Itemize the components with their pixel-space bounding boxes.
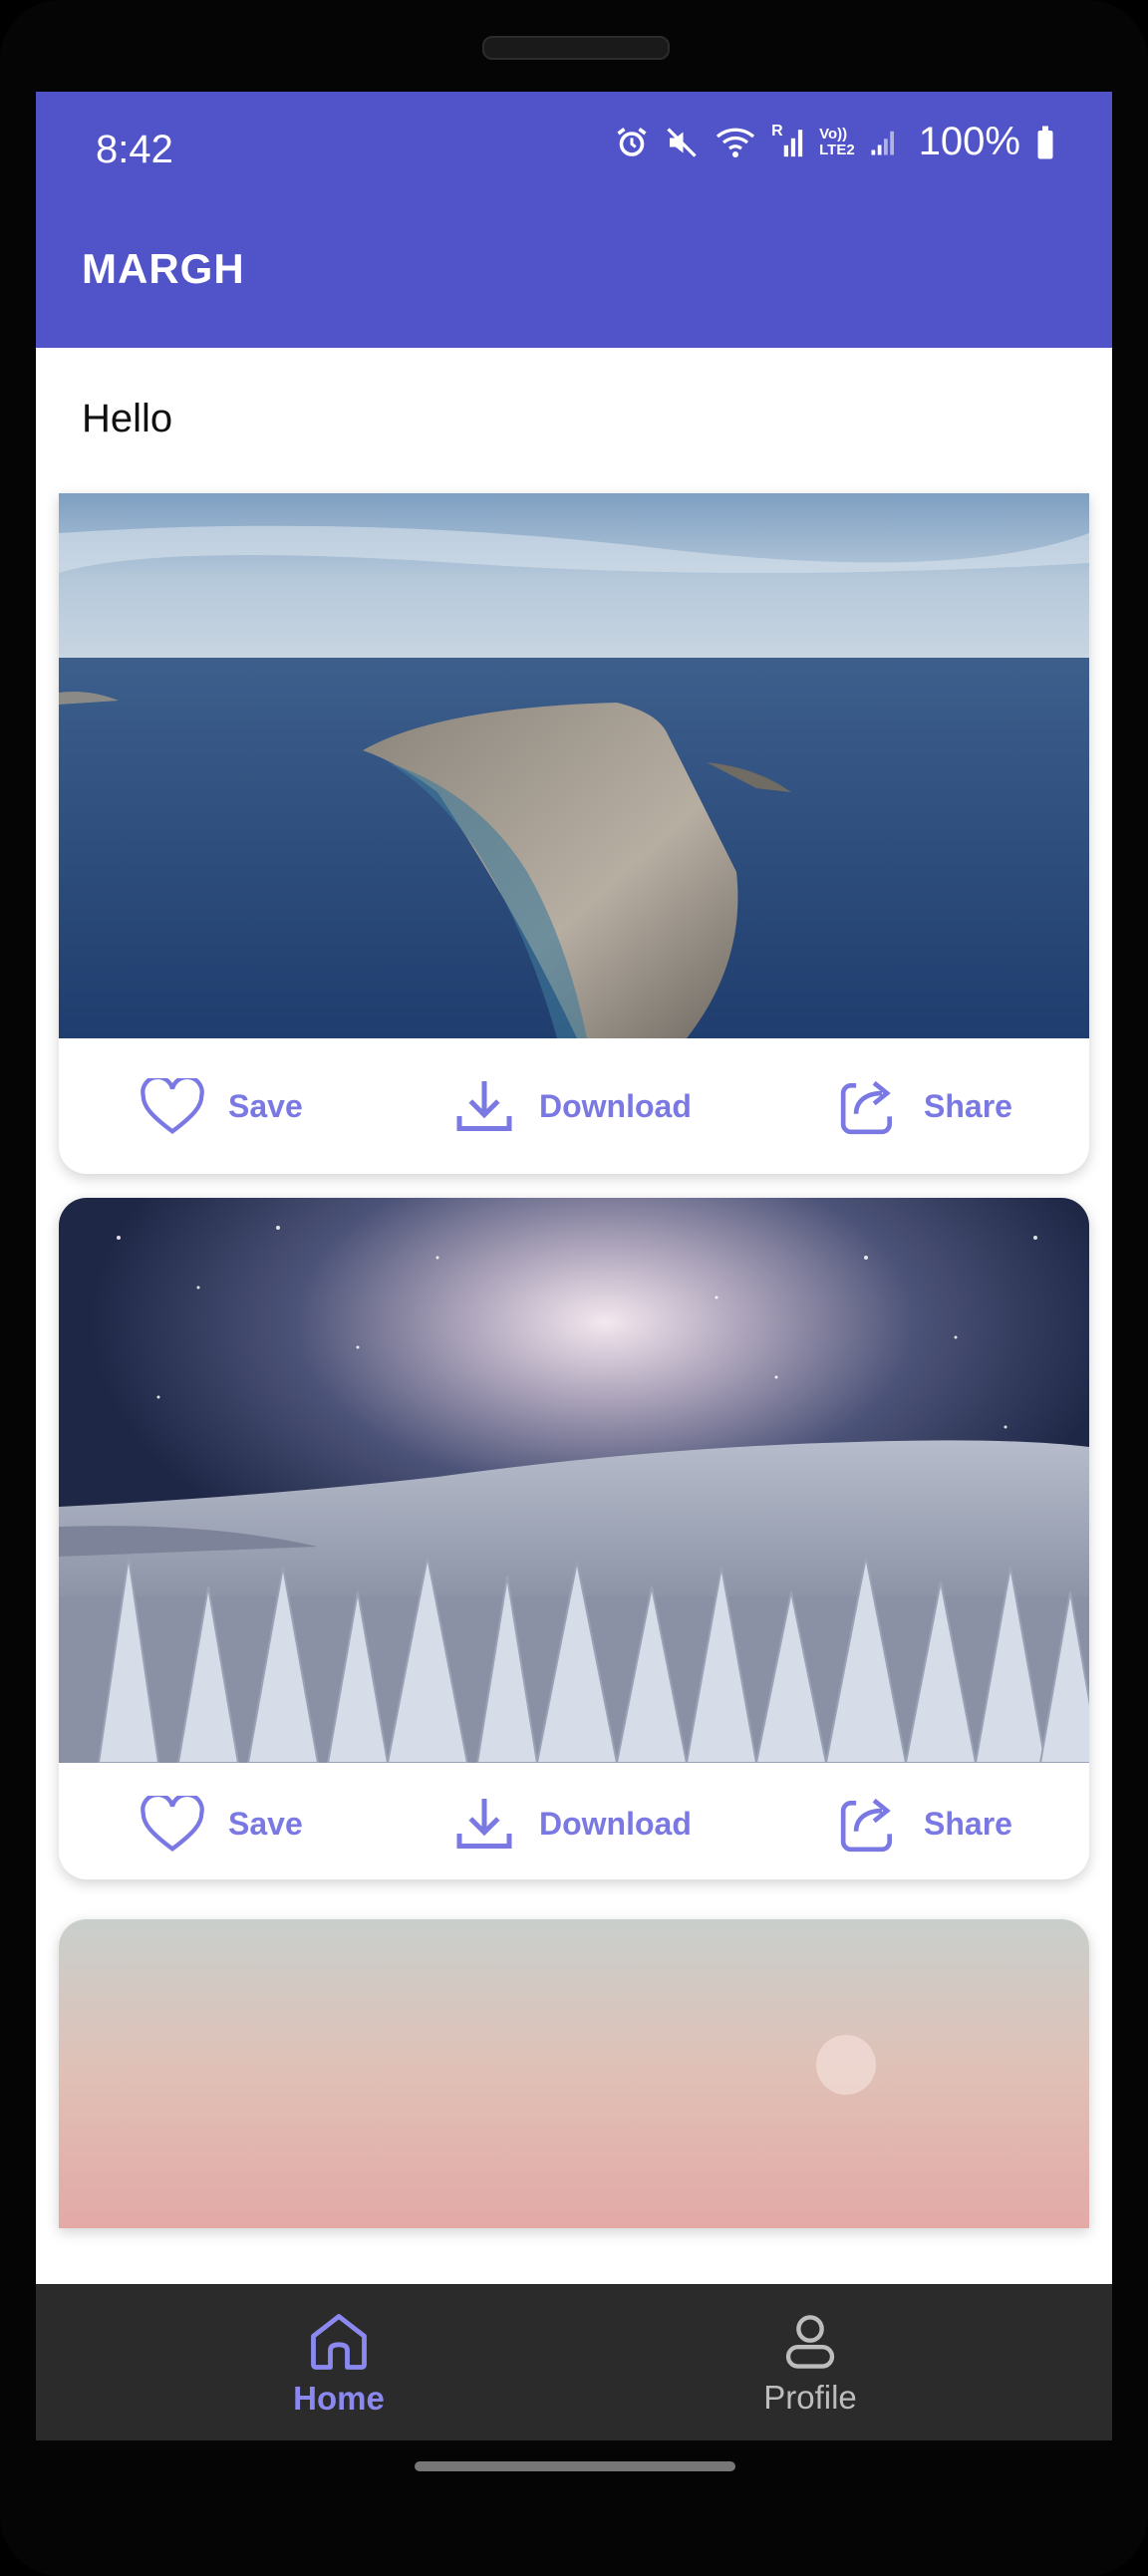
card-actions: Save Download Share [59,1038,1089,1174]
download-label: Download [539,1087,692,1124]
volte-icon: Vo)) LTE2 [819,125,855,158]
save-button[interactable]: Save [141,1756,303,1879]
bottom-navigation: Home Profile [36,2284,1112,2440]
share-icon [840,1080,892,1135]
app-screen: 8:42 R Vo)) LTE2 100% MARGH Hello Save D… [36,92,1112,2440]
profile-icon [785,2314,835,2369]
signal-icon: R [771,123,805,160]
share-button[interactable]: Share [838,1038,1012,1174]
wallpaper-card[interactable]: Save Download Share [59,493,1089,1174]
nav-profile[interactable]: Profile [661,2284,960,2440]
home-indicator[interactable] [415,2461,735,2471]
volte-text-top: Vo)) [819,125,848,143]
share-icon [840,1798,892,1853]
greeting-text: Hello [82,397,173,440]
speaker-grille [482,36,670,60]
download-button[interactable]: Download [453,1038,692,1174]
signal-weak-icon [871,131,894,154]
home-icon [311,2313,367,2370]
app-title: MARGH [82,245,245,292]
download-button[interactable]: Download [453,1756,692,1879]
wallpaper-image-pastel-moon[interactable] [59,1919,1089,2228]
wallpaper-image-galaxy-forest[interactable] [59,1198,1089,1763]
download-label: Download [539,1805,692,1842]
nav-home-label: Home [293,2379,385,2417]
app-bar: 8:42 R Vo)) LTE2 100% MARGH [36,92,1112,348]
share-label: Share [924,1087,1012,1124]
heart-icon [141,1078,204,1134]
wallpaper-image-island[interactable] [59,493,1089,1038]
save-button[interactable]: Save [141,1038,303,1174]
download-icon [456,1081,512,1131]
alarm-icon [617,127,647,156]
mute-icon [667,127,697,157]
save-label: Save [228,1087,303,1124]
nav-home[interactable]: Home [189,2284,488,2440]
wifi-icon [717,128,755,157]
status-time: 8:42 [96,128,173,171]
download-icon [456,1799,512,1849]
wallpaper-card[interactable] [59,1919,1089,2228]
save-label: Save [228,1805,303,1842]
status-icons: R Vo)) LTE2 100% [614,120,1056,164]
battery-percent: 100% [918,120,1020,163]
battery-icon [1037,126,1053,158]
share-label: Share [924,1805,1012,1842]
wallpaper-card[interactable]: Save Download Share [59,1198,1089,1879]
nav-profile-label: Profile [763,2378,857,2416]
heart-icon [141,1796,204,1852]
volte-text-bottom: LTE2 [819,141,855,158]
phone-frame: 8:42 R Vo)) LTE2 100% MARGH Hello Save D… [0,0,1148,2576]
card-actions: Save Download Share [59,1756,1089,1879]
share-button[interactable]: Share [838,1756,1012,1879]
